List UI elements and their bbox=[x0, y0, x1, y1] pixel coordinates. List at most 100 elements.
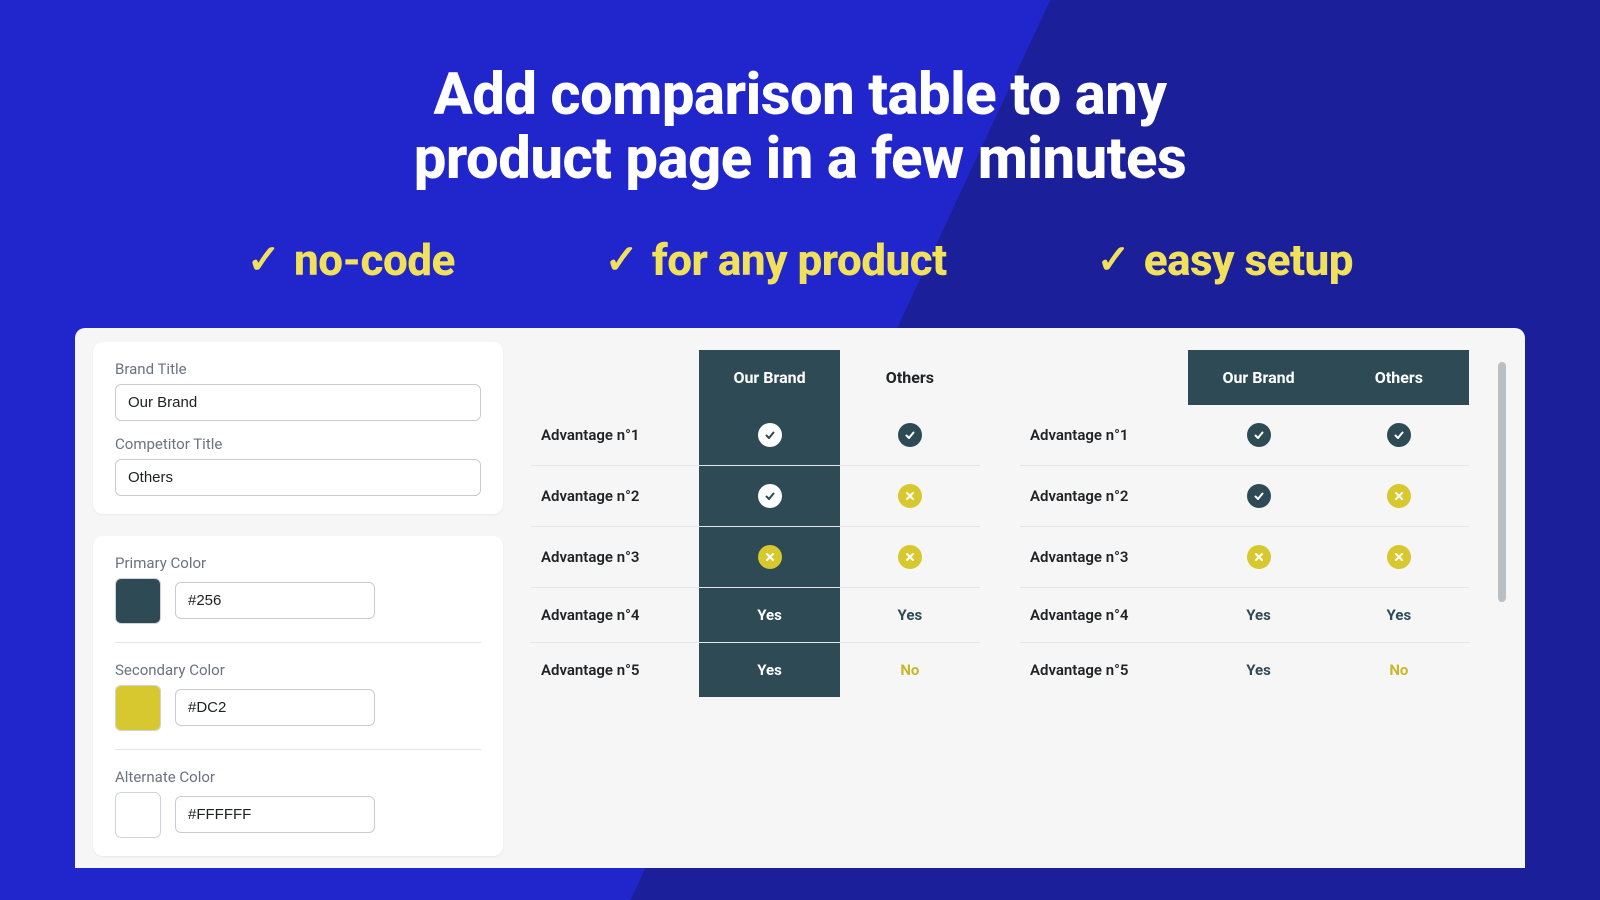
settings-sidebar: Brand Title Competitor Title Primary Col… bbox=[93, 342, 503, 868]
row-label: Advantage n°3 bbox=[531, 527, 699, 587]
feature-row: ✓ no-code ✓ for any product ✓ easy setup bbox=[247, 234, 1353, 286]
row-label: Advantage n°2 bbox=[1020, 466, 1188, 526]
secondary-color-label: Secondary Color bbox=[115, 661, 481, 679]
app-window: Brand Title Competitor Title Primary Col… bbox=[75, 328, 1525, 868]
primary-color-input[interactable] bbox=[175, 582, 375, 619]
table-row: Advantage n°3 bbox=[531, 527, 980, 588]
ours-cell bbox=[699, 527, 839, 587]
ours-cell bbox=[699, 405, 839, 465]
others-cell bbox=[1329, 405, 1469, 465]
others-cell bbox=[840, 405, 980, 465]
cross-icon bbox=[1387, 545, 1411, 569]
feature-nocode: ✓ no-code bbox=[247, 234, 455, 286]
ours-cell bbox=[1188, 527, 1328, 587]
cross-icon bbox=[1387, 484, 1411, 508]
brand-title-label: Brand Title bbox=[115, 360, 481, 378]
table-row: Advantage n°2 bbox=[531, 466, 980, 527]
ours-cell: Yes bbox=[1188, 588, 1328, 642]
scrollbar[interactable] bbox=[1497, 342, 1507, 868]
header-blank bbox=[1020, 350, 1188, 405]
competitor-title-input[interactable] bbox=[115, 459, 481, 496]
table-head: Our Brand Others bbox=[531, 350, 980, 405]
table-row: Advantage n°3 bbox=[1020, 527, 1469, 588]
table-row: Advantage n°4YesYes bbox=[531, 588, 980, 643]
others-cell bbox=[1329, 466, 1469, 526]
alternate-color-input[interactable] bbox=[175, 796, 375, 833]
header-others: Others bbox=[1329, 350, 1469, 405]
headline: Add comparison table to any product page… bbox=[414, 64, 1187, 192]
ours-cell: Yes bbox=[699, 643, 839, 697]
row-label: Advantage n°5 bbox=[1020, 643, 1188, 697]
primary-color-label: Primary Color bbox=[115, 554, 481, 572]
table-row: Advantage n°5YesNo bbox=[1020, 643, 1469, 697]
alternate-color-label: Alternate Color bbox=[115, 768, 481, 786]
feature-label: for any product bbox=[652, 234, 947, 286]
check-icon bbox=[1247, 423, 1271, 447]
check-icon: ✓ bbox=[605, 236, 638, 283]
row-label: Advantage n°4 bbox=[1020, 588, 1188, 642]
others-cell: No bbox=[1329, 643, 1469, 697]
others-cell: Yes bbox=[1329, 588, 1469, 642]
cross-icon bbox=[898, 484, 922, 508]
others-cell bbox=[840, 527, 980, 587]
others-cell: No bbox=[840, 643, 980, 697]
header-ours: Our Brand bbox=[1188, 350, 1328, 405]
table-row: Advantage n°5YesNo bbox=[531, 643, 980, 697]
check-icon bbox=[898, 423, 922, 447]
row-label: Advantage n°4 bbox=[531, 588, 699, 642]
table-row: Advantage n°1 bbox=[1020, 405, 1469, 466]
feature-label: easy setup bbox=[1144, 234, 1353, 286]
check-icon bbox=[1387, 423, 1411, 447]
hero-banner: Add comparison table to any product page… bbox=[0, 0, 1600, 900]
secondary-color-swatch[interactable] bbox=[115, 685, 161, 731]
ours-cell: Yes bbox=[699, 588, 839, 642]
table-row: Advantage n°4YesYes bbox=[1020, 588, 1469, 643]
brand-title-input[interactable] bbox=[115, 384, 481, 421]
feature-any-product: ✓ for any product bbox=[605, 234, 947, 286]
preview-area: Our Brand Others Advantage n°1Advantage … bbox=[531, 342, 1469, 868]
comparison-table-b: Our Brand Others Advantage n°1Advantage … bbox=[1020, 350, 1469, 868]
scroll-thumb[interactable] bbox=[1498, 362, 1506, 602]
table-head: Our Brand Others bbox=[1020, 350, 1469, 405]
check-icon: ✓ bbox=[1097, 236, 1130, 283]
check-icon bbox=[758, 423, 782, 447]
header-ours: Our Brand bbox=[699, 350, 839, 405]
titles-card: Brand Title Competitor Title bbox=[93, 342, 503, 514]
divider bbox=[115, 642, 481, 643]
header-blank bbox=[531, 350, 699, 405]
comparison-table-a: Our Brand Others Advantage n°1Advantage … bbox=[531, 350, 980, 868]
check-icon: ✓ bbox=[247, 236, 280, 283]
row-label: Advantage n°3 bbox=[1020, 527, 1188, 587]
competitor-title-label: Competitor Title bbox=[115, 435, 481, 453]
ours-cell bbox=[699, 466, 839, 526]
table-row: Advantage n°2 bbox=[1020, 466, 1469, 527]
cross-icon bbox=[898, 545, 922, 569]
divider bbox=[115, 749, 481, 750]
ours-cell bbox=[1188, 405, 1328, 465]
cross-icon bbox=[758, 545, 782, 569]
feature-easy-setup: ✓ easy setup bbox=[1097, 234, 1353, 286]
others-cell bbox=[840, 466, 980, 526]
table-row: Advantage n°1 bbox=[531, 405, 980, 466]
row-label: Advantage n°2 bbox=[531, 466, 699, 526]
primary-color-swatch[interactable] bbox=[115, 578, 161, 624]
others-cell bbox=[1329, 527, 1469, 587]
secondary-color-input[interactable] bbox=[175, 689, 375, 726]
ours-cell: Yes bbox=[1188, 643, 1328, 697]
cross-icon bbox=[1247, 545, 1271, 569]
headline-line-1: Add comparison table to any bbox=[434, 61, 1167, 129]
alternate-color-swatch[interactable] bbox=[115, 792, 161, 838]
feature-label: no-code bbox=[294, 234, 455, 286]
colors-card: Primary Color Secondary Color Alternate … bbox=[93, 536, 503, 856]
others-cell: Yes bbox=[840, 588, 980, 642]
table-body-a: Advantage n°1Advantage n°2Advantage n°3A… bbox=[531, 405, 980, 697]
ours-cell bbox=[1188, 466, 1328, 526]
table-body-b: Advantage n°1Advantage n°2Advantage n°3A… bbox=[1020, 405, 1469, 697]
check-icon bbox=[758, 484, 782, 508]
row-label: Advantage n°5 bbox=[531, 643, 699, 697]
check-icon bbox=[1247, 484, 1271, 508]
headline-line-2: product page in a few minutes bbox=[414, 125, 1187, 193]
header-others: Others bbox=[840, 350, 980, 405]
row-label: Advantage n°1 bbox=[531, 405, 699, 465]
row-label: Advantage n°1 bbox=[1020, 405, 1188, 465]
